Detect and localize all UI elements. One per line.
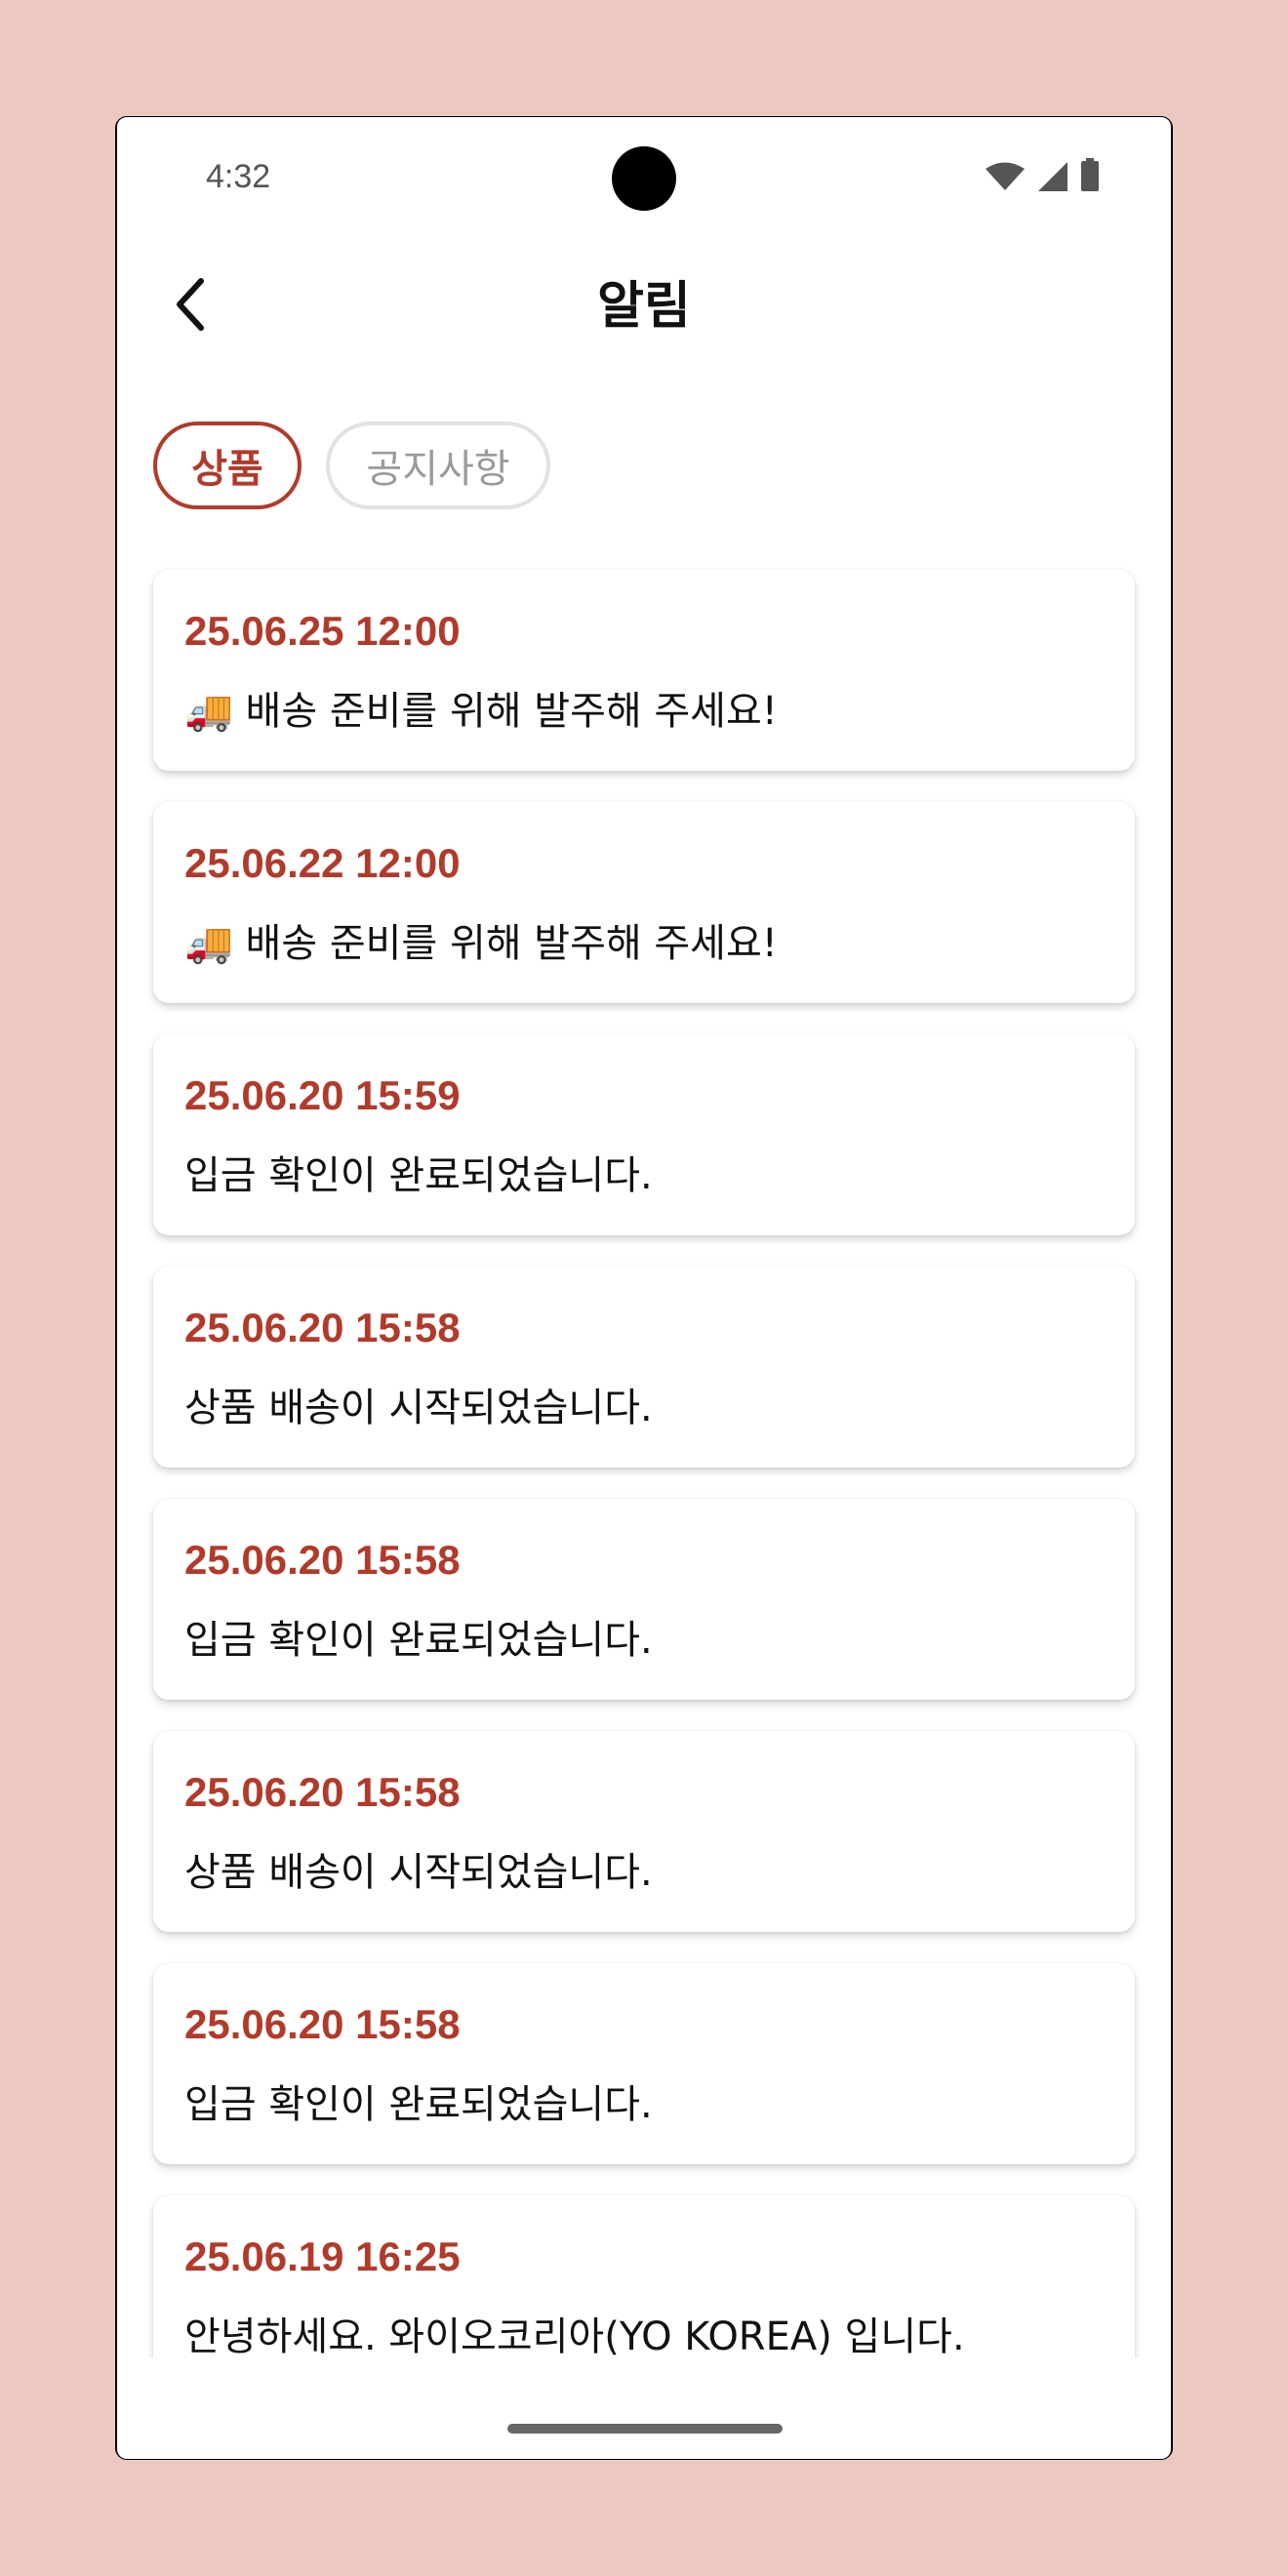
page-title: 알림 [597, 277, 691, 336]
tab-notices[interactable]: 공지사항 [326, 422, 550, 509]
notification-message: 입금 확인이 완료되었습니다. [184, 1153, 653, 1198]
wifi-icon [986, 162, 1025, 195]
tab-products[interactable]: 상품 [153, 422, 302, 509]
notification-date: 25.06.20 15:58 [184, 2001, 461, 2047]
notification-card[interactable]: 25.06.22 12:00 🚚 배송 준비를 위해 발주해 주세요! [153, 802, 1135, 1003]
notification-date: 25.06.20 15:58 [184, 1305, 461, 1350]
notification-date: 25.06.20 15:59 [184, 1072, 461, 1118]
notification-message: 입금 확인이 완료되었습니다. [184, 2082, 653, 2127]
notification-card[interactable]: 25.06.20 15:58 입금 확인이 완료되었습니다. [153, 1499, 1135, 1700]
notification-date: 25.06.20 15:58 [184, 1769, 461, 1815]
notification-date: 25.06.22 12:00 [184, 840, 461, 886]
notification-date: 25.06.20 15:58 [184, 1537, 461, 1583]
notification-message: 🚚 배송 준비를 위해 발주해 주세요! [184, 921, 778, 966]
cell-signal-icon [1038, 162, 1067, 195]
notification-card[interactable]: 25.06.20 15:58 상품 배송이 시작되었습니다. [153, 1731, 1135, 1932]
notification-card[interactable]: 25.06.19 16:25 안녕하세요. 와이오코리아(YO KOREA) 입… [153, 2195, 1135, 2357]
notification-date: 25.06.19 16:25 [184, 2234, 461, 2279]
notification-card[interactable]: 25.06.25 12:00 🚚 배송 준비를 위해 발주해 주세요! [153, 570, 1135, 771]
notification-message: 상품 배송이 시작되었습니다. [184, 1386, 653, 1430]
notification-message: 안녕하세요. 와이오코리아(YO KOREA) 입니다. [184, 2314, 965, 2357]
notification-list[interactable]: 25.06.25 12:00 🚚 배송 준비를 위해 발주해 주세요! 25.0… [117, 546, 1171, 2357]
status-icons [986, 158, 1099, 195]
notification-date: 25.06.25 12:00 [184, 608, 461, 654]
notification-message: 입금 확인이 완료되었습니다. [184, 1618, 653, 1663]
notification-card[interactable]: 25.06.20 15:58 상품 배송이 시작되었습니다. [153, 1267, 1135, 1468]
home-indicator[interactable] [507, 2424, 783, 2434]
app-screen: 4:32 알림 상품 공지사항 25.06.25 12:00 🚚 배송 준비를 … [117, 117, 1171, 2459]
status-time: 4:32 [206, 158, 271, 195]
notification-card[interactable]: 25.06.20 15:58 입금 확인이 완료되었습니다. [153, 1963, 1135, 2164]
front-camera [612, 146, 676, 211]
battery-icon [1081, 158, 1099, 195]
notification-card[interactable]: 25.06.20 15:59 입금 확인이 완료되었습니다. [153, 1034, 1135, 1235]
notification-message: 🚚 배송 준비를 위해 발주해 주세요! [184, 689, 778, 734]
notification-message: 상품 배송이 시작되었습니다. [184, 1850, 653, 1895]
